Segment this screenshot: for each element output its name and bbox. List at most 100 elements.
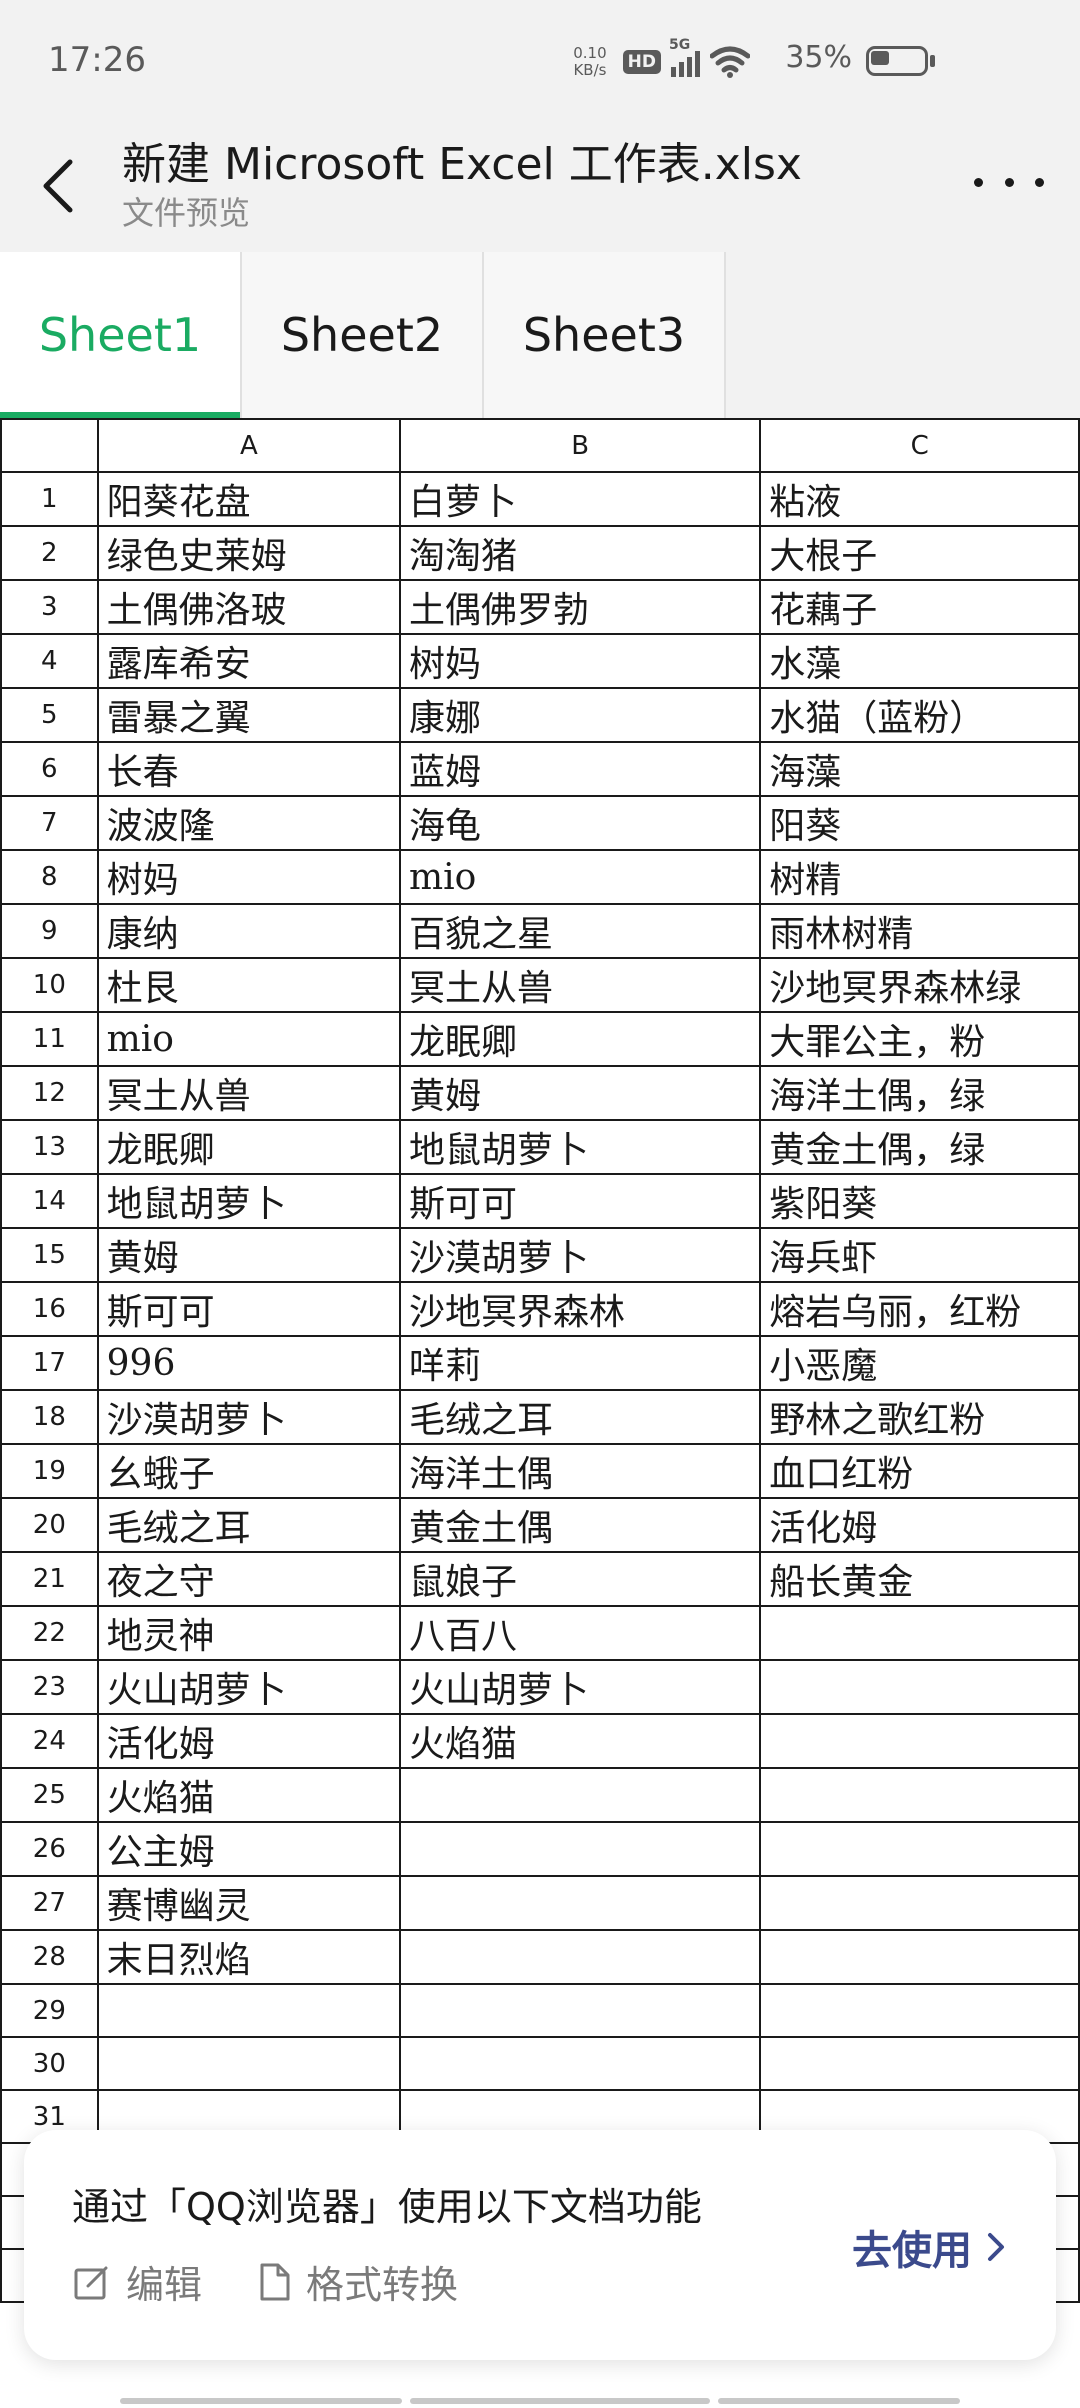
row-number[interactable]: 25 bbox=[0, 1767, 99, 1823]
table-cell[interactable]: 树妈 bbox=[399, 633, 762, 689]
table-cell[interactable]: 夜之守 bbox=[96, 1551, 402, 1607]
table-cell[interactable]: 露库希安 bbox=[96, 633, 402, 689]
row-number[interactable]: 5 bbox=[0, 687, 99, 743]
table-cell[interactable] bbox=[96, 1983, 402, 2038]
row-number[interactable]: 29 bbox=[0, 1983, 99, 2038]
table-cell[interactable]: 鼠娘子 bbox=[399, 1551, 762, 1607]
table-cell[interactable]: 水藻 bbox=[759, 633, 1080, 689]
row-number[interactable]: 10 bbox=[0, 957, 99, 1013]
table-cell[interactable] bbox=[759, 1659, 1080, 1715]
table-cell[interactable]: 紫阳葵 bbox=[759, 1173, 1080, 1229]
table-cell[interactable]: 血口红粉 bbox=[759, 1443, 1080, 1499]
table-cell[interactable]: 沙地冥界森林 bbox=[399, 1281, 762, 1337]
table-cell[interactable] bbox=[759, 1983, 1080, 2038]
table-cell[interactable] bbox=[399, 1983, 762, 2038]
table-cell[interactable]: 大根子 bbox=[759, 525, 1080, 581]
table-cell[interactable] bbox=[759, 1713, 1080, 1769]
table-cell[interactable]: 土偶佛洛玻 bbox=[96, 579, 402, 635]
table-cell[interactable]: 野林之歌红粉 bbox=[759, 1389, 1080, 1445]
table-cell[interactable] bbox=[759, 1875, 1080, 1931]
table-cell[interactable]: 末日烈焰 bbox=[96, 1929, 402, 1985]
table-cell[interactable]: 冥土从兽 bbox=[399, 957, 762, 1013]
table-cell[interactable] bbox=[759, 1929, 1080, 1985]
table-cell[interactable]: 长春 bbox=[96, 741, 402, 797]
table-cell[interactable]: 小恶魔 bbox=[759, 1335, 1080, 1391]
table-cell[interactable]: 黄金土偶，绿 bbox=[759, 1119, 1080, 1175]
table-cell[interactable]: 斯可可 bbox=[399, 1173, 762, 1229]
row-number[interactable]: 20 bbox=[0, 1497, 99, 1553]
row-number[interactable]: 9 bbox=[0, 903, 99, 959]
table-cell[interactable]: 水猫（蓝粉） bbox=[759, 687, 1080, 743]
row-number[interactable]: 18 bbox=[0, 1389, 99, 1445]
row-number[interactable]: 12 bbox=[0, 1065, 99, 1121]
table-cell[interactable]: 赛博幽灵 bbox=[96, 1875, 402, 1931]
table-cell[interactable]: 黄金土偶 bbox=[399, 1497, 762, 1553]
table-cell[interactable]: 黄姆 bbox=[399, 1065, 762, 1121]
row-number[interactable]: 23 bbox=[0, 1659, 99, 1715]
row-number[interactable]: 16 bbox=[0, 1281, 99, 1337]
table-cell[interactable]: 八百八 bbox=[399, 1605, 762, 1661]
table-cell[interactable]: 杜艮 bbox=[96, 957, 402, 1013]
table-cell[interactable]: mio bbox=[399, 849, 762, 905]
table-cell[interactable]: 康娜 bbox=[399, 687, 762, 743]
table-cell[interactable]: 地鼠胡萝卜 bbox=[96, 1173, 402, 1229]
row-number[interactable]: 24 bbox=[0, 1713, 99, 1769]
row-number[interactable]: 26 bbox=[0, 1821, 99, 1877]
table-cell[interactable]: 活化姆 bbox=[759, 1497, 1080, 1553]
table-cell[interactable]: 康纳 bbox=[96, 903, 402, 959]
row-number[interactable]: 27 bbox=[0, 1875, 99, 1931]
tab-sheet2[interactable]: Sheet2 bbox=[242, 252, 484, 418]
table-cell[interactable]: 地鼠胡萝卜 bbox=[399, 1119, 762, 1175]
table-cell[interactable]: 阳葵 bbox=[759, 795, 1080, 851]
table-cell[interactable]: 粘液 bbox=[759, 471, 1080, 527]
table-cell[interactable]: 海洋土偶，绿 bbox=[759, 1065, 1080, 1121]
row-number[interactable]: 11 bbox=[0, 1011, 99, 1067]
column-header[interactable]: A bbox=[96, 418, 402, 473]
spreadsheet-grid[interactable]: A B C 1 阳葵花盘 白萝卜 粘液 2 绿色史莱姆 淘淘猪 大根子 3 土偶佛洛玻 土偶佛罗勃花… bbox=[0, 418, 1080, 2408]
table-cell[interactable] bbox=[759, 1821, 1080, 1877]
row-number[interactable]: 8 bbox=[0, 849, 99, 905]
table-cell[interactable]: 大罪公主，粉 bbox=[759, 1011, 1080, 1067]
column-header[interactable]: C bbox=[759, 418, 1080, 473]
table-cell[interactable]: 地灵神 bbox=[96, 1605, 402, 1661]
table-cell[interactable]: 996 bbox=[96, 1335, 402, 1391]
table-cell[interactable]: 海龟 bbox=[399, 795, 762, 851]
table-cell[interactable]: 波波隆 bbox=[96, 795, 402, 851]
table-cell[interactable]: 海藻 bbox=[759, 741, 1080, 797]
table-cell[interactable]: 火焰猫 bbox=[399, 1713, 762, 1769]
table-cell[interactable]: 雷暴之翼 bbox=[96, 687, 402, 743]
table-cell[interactable] bbox=[399, 1767, 762, 1823]
table-cell[interactable]: 雨林树精 bbox=[759, 903, 1080, 959]
column-header[interactable]: B bbox=[399, 418, 762, 473]
table-cell[interactable]: 毛绒之耳 bbox=[96, 1497, 402, 1553]
row-number[interactable]: 6 bbox=[0, 741, 99, 797]
more-options-button[interactable] bbox=[974, 152, 1044, 212]
row-number[interactable]: 28 bbox=[0, 1929, 99, 1985]
row-number[interactable]: 4 bbox=[0, 633, 99, 689]
table-cell[interactable] bbox=[759, 1767, 1080, 1823]
row-number[interactable]: 21 bbox=[0, 1551, 99, 1607]
tab-sheet3[interactable]: Sheet3 bbox=[484, 252, 726, 418]
table-cell[interactable]: 冥土从兽 bbox=[96, 1065, 402, 1121]
table-cell[interactable]: 花藕子 bbox=[759, 579, 1080, 635]
table-cell[interactable]: 火山胡萝卜 bbox=[399, 1659, 762, 1715]
table-cell[interactable]: 船长黄金 bbox=[759, 1551, 1080, 1607]
table-cell[interactable]: 龙眠卿 bbox=[399, 1011, 762, 1067]
row-number[interactable]: 3 bbox=[0, 579, 99, 635]
qq-browser-promo-card[interactable]: 通过「QQ浏览器」使用以下文档功能 编辑 格式转换 去使用 bbox=[24, 2130, 1056, 2360]
table-cell[interactable]: 火山胡萝卜 bbox=[96, 1659, 402, 1715]
table-cell[interactable]: 公主姆 bbox=[96, 1821, 402, 1877]
table-cell[interactable]: 沙漠胡萝卜 bbox=[399, 1227, 762, 1283]
table-cell[interactable]: mio bbox=[96, 1011, 402, 1067]
table-cell[interactable]: 阳葵花盘 bbox=[96, 471, 402, 527]
row-number[interactable]: 13 bbox=[0, 1119, 99, 1175]
table-cell[interactable]: 黄姆 bbox=[96, 1227, 402, 1283]
row-number[interactable]: 14 bbox=[0, 1173, 99, 1229]
format-convert-action[interactable]: 格式转换 bbox=[258, 2254, 458, 2309]
table-cell[interactable]: 斯可可 bbox=[96, 1281, 402, 1337]
table-cell[interactable]: 熔岩乌丽，红粉 bbox=[759, 1281, 1080, 1337]
table-cell[interactable]: 树精 bbox=[759, 849, 1080, 905]
table-cell[interactable]: 活化姆 bbox=[96, 1713, 402, 1769]
table-cell[interactable]: 咩莉 bbox=[399, 1335, 762, 1391]
table-cell[interactable]: 毛绒之耳 bbox=[399, 1389, 762, 1445]
